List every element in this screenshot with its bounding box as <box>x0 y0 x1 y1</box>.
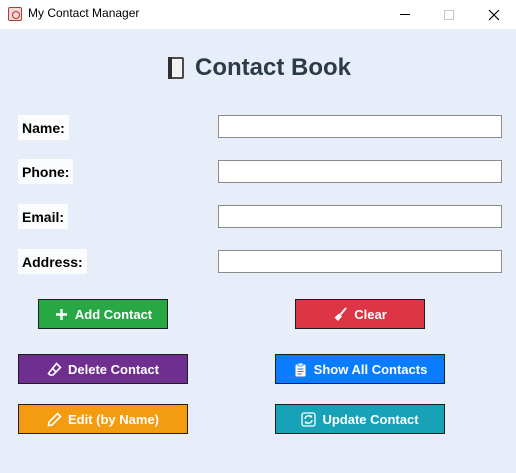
maximize-icon <box>444 9 454 20</box>
eraser-icon <box>47 361 62 376</box>
plus-icon <box>55 308 67 320</box>
window-titlebar: My Contact Manager <box>0 0 516 29</box>
minimize-icon <box>400 14 410 15</box>
name-label: Name: <box>18 115 69 140</box>
add-contact-button[interactable]: Add Contact <box>38 299 168 329</box>
close-icon <box>488 9 500 20</box>
delete-contact-label: Delete Contact <box>67 361 160 377</box>
contact-manager-app-icon <box>8 7 22 21</box>
delete-contact-button[interactable]: Delete Contact <box>18 354 188 384</box>
add-contact-label: Add Contact <box>74 306 153 322</box>
show-all-contacts-label: Show All Contacts <box>313 361 428 377</box>
broom-icon <box>334 306 347 321</box>
update-contact-label: Update Contact <box>322 411 419 427</box>
phone-label: Phone: <box>18 159 74 184</box>
minimize-button[interactable] <box>382 0 428 29</box>
pencil-icon <box>47 411 62 426</box>
edit-by-name-button[interactable]: Edit (by Name) <box>18 404 188 434</box>
email-label: Email: <box>18 204 69 229</box>
page-title: Contact Book <box>195 54 351 81</box>
edit-by-name-label: Edit (by Name) <box>67 411 159 427</box>
phone-field[interactable] <box>218 160 502 183</box>
close-button[interactable] <box>471 0 516 29</box>
show-all-contacts-button[interactable]: Show All Contacts <box>275 354 445 384</box>
window-title: My Contact Manager <box>28 6 140 20</box>
clear-button[interactable]: Clear <box>295 299 425 329</box>
email-field[interactable] <box>218 205 502 228</box>
address-label: Address: <box>18 249 87 274</box>
maximize-button[interactable] <box>426 0 472 29</box>
refresh-icon <box>301 411 317 427</box>
page-header: Contact Book <box>0 52 516 84</box>
clear-label: Clear <box>354 306 387 322</box>
clipboard-icon <box>295 362 306 376</box>
address-field[interactable] <box>218 250 502 273</box>
update-contact-button[interactable]: Update Contact <box>275 404 445 434</box>
name-field[interactable] <box>218 115 502 138</box>
book-icon <box>168 57 184 79</box>
